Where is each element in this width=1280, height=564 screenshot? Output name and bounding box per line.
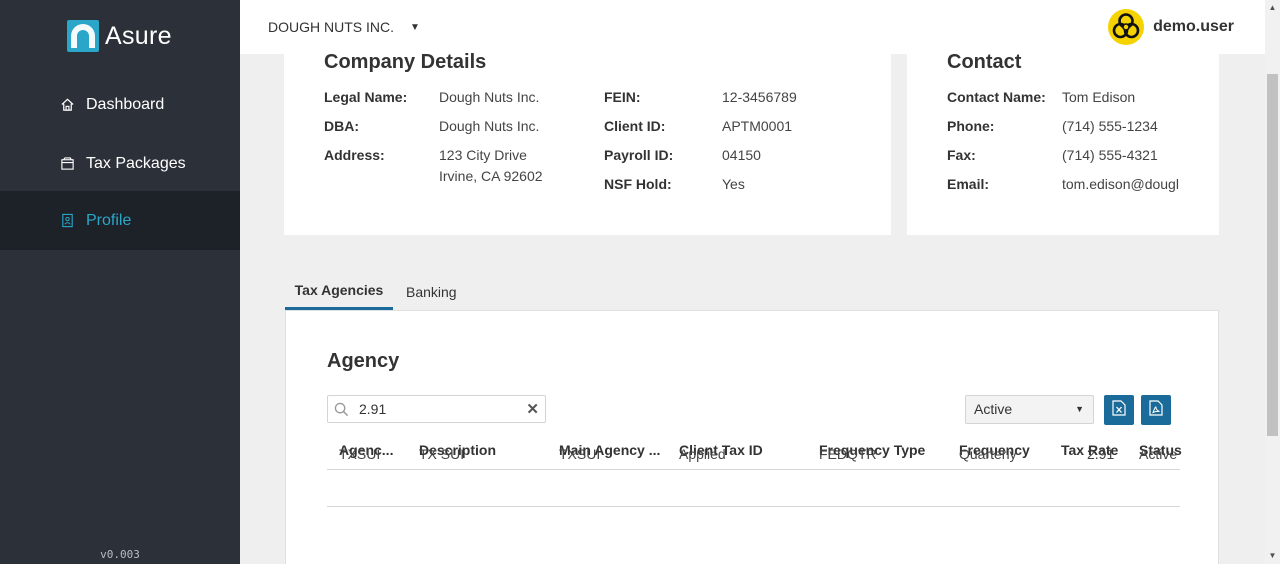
tab-tax-agencies[interactable]: Tax Agencies: [285, 279, 393, 310]
client-id-value: APTM0001: [722, 118, 793, 134]
contact-name-value: Tom Edison: [1062, 89, 1136, 105]
sidebar: Asure Dashboard Tax Packages Profile v0.…: [0, 0, 240, 564]
sidebar-item-tax-packages[interactable]: Tax Packages: [0, 134, 240, 193]
row-divider: [327, 506, 1180, 507]
cell-client-tax-id: Applied: [679, 446, 726, 462]
fein-label: FEIN:: [604, 89, 641, 105]
cell-frequency: Quarterly: [959, 446, 1017, 462]
legal-name-value: Dough Nuts Inc.: [439, 89, 540, 105]
nsf-hold-value: Yes: [722, 176, 745, 192]
caret-down-icon: ▼: [1075, 404, 1084, 414]
address-label: Address:: [324, 147, 385, 163]
tax-agencies-panel: Agency 2.91 ✕ Active ▼ Agenc... Descript…: [285, 310, 1219, 564]
profile-badge-icon: [59, 213, 75, 229]
biohazard-icon: [1108, 9, 1145, 45]
phone-value: (714) 555-1234: [1062, 118, 1158, 134]
home-icon: [59, 97, 75, 113]
phone-label: Phone:: [947, 118, 995, 134]
header-divider: [327, 469, 1180, 470]
asure-logo-icon: [67, 20, 99, 52]
company-details-card: Company Details Legal Name: Dough Nuts I…: [284, 51, 891, 235]
company-details-title: Company Details: [324, 51, 487, 73]
package-icon: [59, 156, 75, 172]
user-menu[interactable]: demo.user: [1108, 9, 1234, 45]
payroll-id-value: 04150: [722, 147, 761, 163]
brand-name: Asure: [105, 21, 172, 50]
address-line1: 123 City Drive: [439, 147, 527, 163]
scroll-up-icon[interactable]: ▲: [1268, 3, 1277, 12]
cell-frequency-type: FEDQTR: [819, 446, 877, 462]
cell-status: Active: [1139, 446, 1178, 462]
search-input[interactable]: 2.91 ✕: [327, 395, 546, 423]
status-filter-select[interactable]: Active ▼: [965, 395, 1094, 424]
contact-name-label: Contact Name:: [947, 89, 1046, 105]
client-id-label: Client ID:: [604, 118, 666, 134]
dba-value: Dough Nuts Inc.: [439, 118, 540, 134]
export-excel-button[interactable]: [1104, 395, 1134, 425]
cell-agency: TXSUI: [339, 446, 381, 462]
pdf-file-icon: [1149, 399, 1163, 421]
brand-logo[interactable]: Asure: [67, 20, 172, 52]
email-value: tom.edison@dougl: [1062, 176, 1179, 192]
payroll-id-label: Payroll ID:: [604, 147, 674, 163]
email-label: Email:: [947, 176, 990, 192]
username: demo.user: [1153, 18, 1234, 35]
agency-title: Agency: [327, 350, 400, 372]
scrollbar-thumb[interactable]: [1267, 74, 1278, 436]
sidebar-item-label: Profile: [86, 211, 132, 229]
company-selector[interactable]: DOUGH NUTS INC. ▼: [268, 19, 420, 35]
sidebar-item-profile[interactable]: Profile: [0, 191, 240, 250]
excel-file-icon: [1112, 399, 1126, 421]
top-bar: DOUGH NUTS INC. ▼ demo.user: [240, 0, 1265, 54]
caret-down-icon: ▼: [410, 21, 420, 33]
search-value: 2.91: [359, 401, 387, 417]
contact-card: Contact Contact Name: Tom Edison Phone: …: [907, 54, 1219, 235]
cell-description: TX SUI: [419, 446, 465, 462]
company-name: DOUGH NUTS INC.: [268, 19, 394, 35]
dba-label: DBA:: [324, 118, 359, 134]
fax-value: (714) 555-4321: [1062, 147, 1158, 163]
address-line2: Irvine, CA 92602: [439, 168, 543, 184]
clear-icon[interactable]: ✕: [526, 400, 539, 418]
page-scrollbar[interactable]: ▲ ▼: [1265, 0, 1280, 564]
sidebar-item-label: Tax Packages: [86, 154, 186, 172]
legal-name-label: Legal Name:: [324, 89, 408, 105]
cell-tax-rate: 2.91: [1087, 446, 1115, 462]
fax-label: Fax:: [947, 147, 976, 163]
scroll-down-icon[interactable]: ▼: [1268, 551, 1277, 560]
nsf-hold-label: NSF Hold:: [604, 176, 672, 192]
app-version: v0.003: [100, 548, 140, 561]
cell-main-agency: TXSUI: [559, 446, 601, 462]
contact-title: Contact: [947, 54, 1022, 73]
search-icon: [334, 402, 349, 422]
export-pdf-button[interactable]: [1141, 395, 1171, 425]
sidebar-item-label: Dashboard: [86, 95, 165, 113]
status-filter-value: Active: [974, 401, 1013, 417]
fein-value: 12-3456789: [722, 89, 797, 105]
sidebar-item-dashboard[interactable]: Dashboard: [0, 75, 240, 134]
